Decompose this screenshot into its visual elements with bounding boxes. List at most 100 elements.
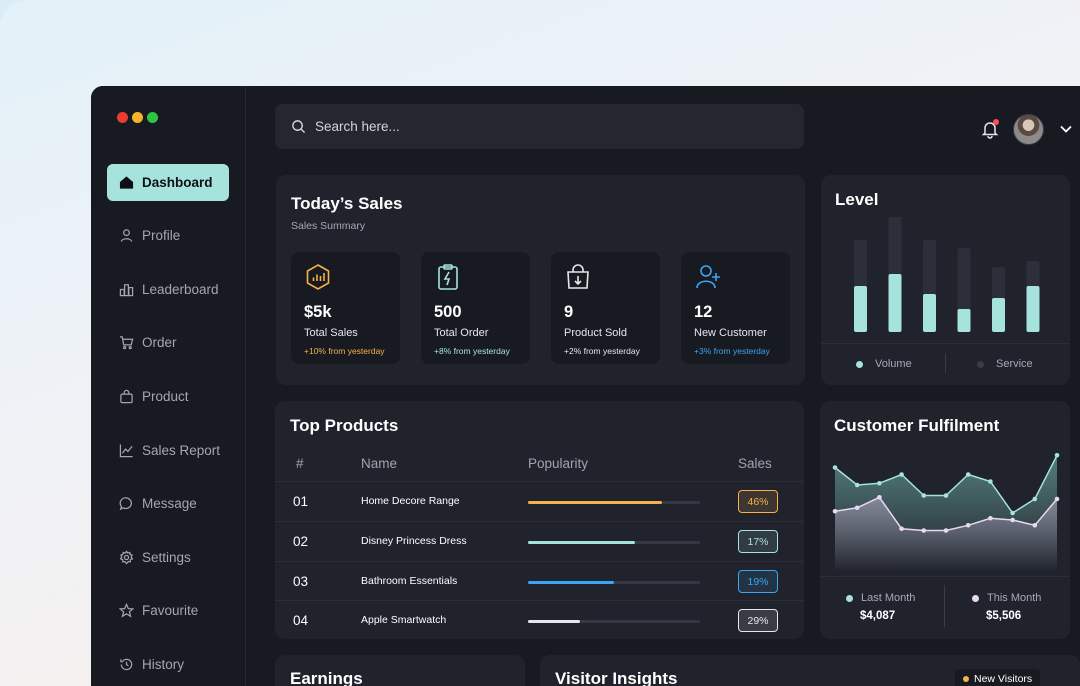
earnings-title: Earnings (290, 669, 363, 686)
table-row[interactable]: 03 Bathroom Essentials 19% (275, 561, 804, 601)
legend-label: Volume (875, 358, 912, 370)
this-month-point (832, 508, 838, 514)
table-row[interactable]: 01 Home Decore Range 46% (275, 481, 804, 521)
close-window-dot[interactable] (117, 112, 128, 123)
this-month-point (899, 526, 904, 532)
volume-bar (1026, 286, 1040, 332)
last-month-value: $4,087 (860, 610, 896, 622)
sales-badge: 46% (738, 490, 778, 513)
legend-dot (972, 594, 979, 602)
customer-fulfilment-title: Customer Fulfilment (834, 416, 1000, 435)
line-chart-icon (118, 443, 134, 459)
last-month-point (921, 493, 927, 498)
last-month-point (854, 482, 860, 488)
legend-dot (977, 360, 984, 368)
sidebar-item-label: Message (142, 496, 197, 511)
stat-card-total-sales[interactable]: $5k Total Sales +10% from yesterday (291, 252, 400, 364)
user-icon (118, 228, 134, 244)
popularity-bar (528, 541, 700, 544)
sidebar-item-order[interactable]: Order (107, 324, 229, 361)
todays-sales-subtitle: Sales Summary (291, 220, 366, 232)
sidebar-item-settings[interactable]: Settings (107, 539, 229, 576)
popularity-fill (528, 620, 580, 623)
stat-card-new-customer[interactable]: 12 New Customer +3% from yesterday (681, 252, 790, 364)
sidebar-item-label: Order (142, 335, 177, 350)
legend-label: This Month (987, 592, 1042, 604)
stat-value: $5k (304, 303, 332, 321)
popularity-fill (528, 501, 663, 504)
sidebar-item-label: History (142, 657, 185, 672)
table-row[interactable]: 02 Disney Princess Dress 17% (275, 521, 804, 561)
last-month-point (1032, 496, 1038, 502)
product-name: Bathroom Essentials (361, 575, 458, 587)
clipboard-icon (438, 264, 458, 290)
popularity-fill (528, 541, 635, 544)
this-month-point (1010, 517, 1015, 523)
popularity-fill (528, 581, 614, 584)
search-icon (292, 120, 306, 134)
avatar[interactable] (1013, 114, 1044, 145)
sales-badge: 17% (738, 530, 778, 553)
sidebar-item-dashboard[interactable]: Dashboard (107, 164, 229, 201)
last-month-point (899, 472, 904, 477)
volume-bar (888, 274, 902, 332)
history-icon (118, 657, 134, 673)
last-month-point (943, 493, 949, 498)
stat-value: 9 (564, 303, 574, 321)
level-bar-chart (854, 217, 1040, 332)
stat-delta: +10% from yesterday (304, 346, 385, 356)
sidebar-item-leaderboard[interactable]: Leaderboard (107, 271, 229, 308)
this-month-point (988, 515, 993, 521)
customer-fulfilment-card: Customer Fulfilment Last Month $4,087 Th… (820, 401, 1070, 639)
row-number: 02 (293, 534, 309, 549)
legend-dot (846, 594, 853, 602)
last-month-point (877, 480, 882, 486)
sales-badge: 19% (738, 570, 778, 593)
sidebar-item-profile[interactable]: Profile (107, 217, 229, 254)
stat-card-total-order[interactable]: 500 Total Order +8% from yesterday (421, 252, 530, 364)
legend-this-month: This Month (972, 592, 1041, 604)
sales-icon (306, 264, 330, 290)
table-row[interactable]: 04 Apple Smartwatch 29% (275, 600, 804, 639)
legend-label: Last Month (861, 592, 916, 604)
last-month-point (832, 465, 838, 470)
earnings-card: Earnings (275, 655, 525, 686)
todays-sales-title: Today’s Sales (291, 194, 403, 213)
sidebar-item-label: Product (142, 389, 189, 404)
popularity-bar (528, 581, 700, 584)
chevron-down-icon[interactable] (1059, 122, 1073, 136)
volume-bar (854, 286, 867, 332)
sidebar-item-message[interactable]: Message (107, 485, 229, 522)
legend-dot (856, 360, 863, 368)
minimize-window-dot[interactable] (132, 112, 143, 123)
search-input[interactable] (315, 119, 715, 134)
volume-bar (992, 298, 1005, 332)
volume-bar (957, 309, 971, 332)
sidebar-item-history[interactable]: History (107, 646, 229, 683)
legend-new-visitors: New Visitors (955, 669, 1041, 686)
sidebar: Dashboard Profile Leaderboard Order Prod (91, 86, 246, 686)
search-bar[interactable] (275, 104, 804, 149)
stat-label: Total Sales (304, 327, 358, 339)
maximize-window-dot[interactable] (147, 112, 158, 123)
level-title: Level (835, 190, 879, 209)
volume-bar (923, 294, 936, 332)
top-products-title: Top Products (290, 416, 399, 435)
sidebar-item-product[interactable]: Product (107, 378, 229, 415)
window-controls (117, 112, 158, 123)
app-window: Dashboard Profile Leaderboard Order Prod (91, 86, 1080, 686)
last-month-point (965, 472, 971, 477)
notification-bell[interactable] (980, 119, 1000, 139)
row-number: 03 (293, 574, 309, 589)
sales-badge: 29% (738, 609, 778, 632)
legend-volume: Volume (856, 358, 912, 370)
last-month-point (1054, 452, 1060, 458)
fulfilment-area-chart (832, 452, 1060, 571)
this-month-point (943, 528, 949, 533)
sidebar-item-label: Dashboard (142, 175, 213, 190)
sidebar-item-sales-report[interactable]: Sales Report (107, 432, 229, 469)
stat-card-product-sold[interactable]: 9 Product Sold +2% from yesterday (551, 252, 660, 364)
legend-last-month: Last Month (846, 592, 915, 604)
sidebar-item-favourite[interactable]: Favourite (107, 592, 229, 629)
fulfilment-separator (944, 585, 945, 627)
